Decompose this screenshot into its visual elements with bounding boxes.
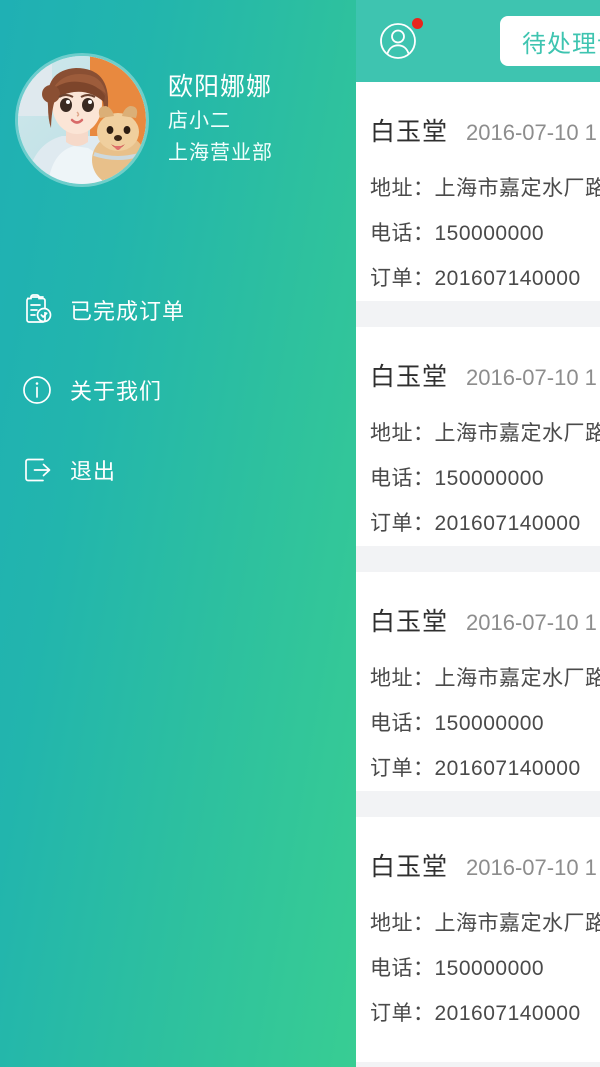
user-avatar-button[interactable] [374,17,423,65]
order-address-label: 地址： [370,912,435,935]
profile-text: 欧阳娜娜 店小二 上海营业部 [168,71,273,169]
order-address-row: 地址：上海市嘉定水厂路 [370,417,600,447]
order-address-label: 地址： [370,177,435,200]
sidebar-item-logout[interactable]: 退出 [0,430,356,510]
order-card[interactable]: 白玉堂 2016-07-10 1 地址：上海市嘉定水厂路 电话：15000000… [356,327,600,546]
order-number-label: 订单： [370,757,435,780]
sidebar-menu: 已完成订单 关于我们 退出 [0,270,356,510]
order-shop-name: 白玉堂 [370,363,449,391]
sidebar-item-label: 退出 [70,459,117,484]
info-circle-icon [20,373,54,407]
order-address-label: 地址： [370,422,435,445]
order-phone-label: 电话： [370,957,435,980]
profile-branch: 上海营业部 [168,141,273,164]
order-number-label: 订单： [370,512,435,535]
order-address-value: 上海市嘉定水厂路 [434,422,600,445]
order-shop-name: 白玉堂 [370,118,449,146]
sidebar-item-completed-orders[interactable]: 已完成订单 [0,270,356,350]
sidebar-item-label: 关于我们 [70,379,163,404]
sidebar-drawer: 欧阳娜娜 店小二 上海营业部 已完成订单 关于我们 退出 [0,0,356,1067]
logout-arrow-icon [20,453,54,487]
order-phone-value: 150000000 [434,222,545,245]
sidebar-item-about-us[interactable]: 关于我们 [0,350,356,430]
order-time: 2016-07-10 1 [466,610,597,635]
order-number-value: 201607140000 [434,512,581,535]
content-panel: 待处理订单 白玉堂 2016-07-10 1 地址：上海市嘉定水厂路 电话：15… [356,0,600,1067]
order-card-header: 白玉堂 2016-07-10 1 [370,112,600,148]
order-phone-row: 电话：150000000 [370,462,600,492]
order-card[interactable]: 白玉堂 2016-07-10 1 地址：上海市嘉定水厂路 电话：15000000… [356,572,600,791]
order-phone-label: 电话： [370,467,435,490]
order-address-row: 地址：上海市嘉定水厂路 [370,662,600,692]
order-time: 2016-07-10 1 [466,365,597,390]
order-address-row: 地址：上海市嘉定水厂路 [370,172,600,202]
order-phone-value: 150000000 [434,467,545,490]
order-card-header: 白玉堂 2016-07-10 1 [370,602,600,638]
order-phone-label: 电话： [370,222,435,245]
order-list: 白玉堂 2016-07-10 1 地址：上海市嘉定水厂路 电话：15000000… [356,82,600,1062]
clipboard-check-icon [20,293,54,327]
app-root: 欧阳娜娜 店小二 上海营业部 已完成订单 关于我们 退出 待处理 白玉堂 201… [0,0,600,1067]
order-card[interactable]: 白玉堂 2016-07-10 1 地址：上海市嘉定水厂路 电话：15000000… [356,817,600,1062]
sidebar-item-label: 已完成订单 [70,299,186,324]
order-time: 2016-07-10 1 [466,855,597,880]
pending-orders-button[interactable]: 待处理订单 [500,16,600,66]
profile-name: 欧阳娜娜 [168,73,273,102]
order-phone-value: 150000000 [434,957,545,980]
order-number-row: 订单：201607140000 [370,507,600,537]
order-time: 2016-07-10 1 [466,120,597,145]
order-phone-label: 电话： [370,712,435,735]
order-number-label: 订单： [370,1002,435,1025]
order-phone-value: 150000000 [434,712,545,735]
order-number-value: 201607140000 [434,267,581,290]
notification-dot-icon [412,18,423,29]
order-address-row: 地址：上海市嘉定水厂路 [370,907,600,937]
order-address-value: 上海市嘉定水厂路 [434,177,600,200]
order-card-header: 白玉堂 2016-07-10 1 [370,357,600,393]
order-phone-row: 电话：150000000 [370,952,600,982]
order-number-row: 订单：201607140000 [370,997,600,1027]
profile-role: 店小二 [168,109,231,132]
order-number-label: 订单： [370,267,435,290]
order-address-label: 地址： [370,667,435,690]
order-number-value: 201607140000 [434,757,581,780]
order-shop-name: 白玉堂 [370,853,449,881]
avatar[interactable] [18,56,146,184]
order-shop-name: 白玉堂 [370,608,449,636]
top-bar: 待处理订单 [356,0,600,82]
order-phone-row: 电话：150000000 [370,217,600,247]
user-photo-girl-with-dog-icon [18,56,146,184]
order-address-value: 上海市嘉定水厂路 [434,912,600,935]
order-address-value: 上海市嘉定水厂路 [434,667,600,690]
order-phone-row: 电话：150000000 [370,707,600,737]
order-number-row: 订单：201607140000 [370,262,600,292]
order-card-header: 白玉堂 2016-07-10 1 [370,847,600,883]
order-number-value: 201607140000 [434,1002,581,1025]
profile-header[interactable]: 欧阳娜娜 店小二 上海营业部 [0,0,356,240]
order-number-row: 订单：201607140000 [370,752,600,782]
order-card[interactable]: 白玉堂 2016-07-10 1 地址：上海市嘉定水厂路 电话：15000000… [356,82,600,301]
